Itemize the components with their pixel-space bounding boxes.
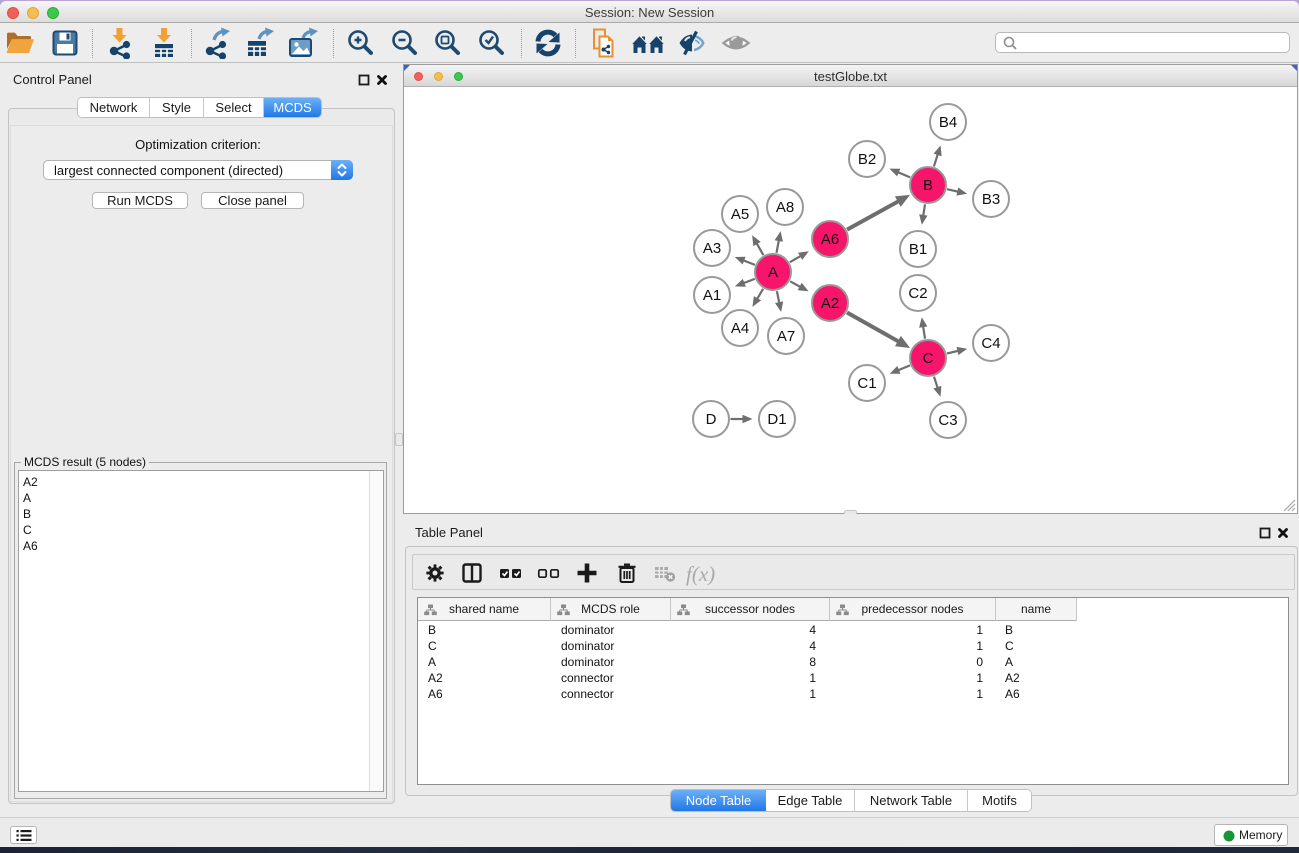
svg-text:C4: C4 bbox=[981, 335, 1000, 352]
svg-text:C1: C1 bbox=[857, 375, 876, 392]
svg-text:A4: A4 bbox=[731, 320, 749, 337]
svg-text:A7: A7 bbox=[777, 328, 795, 345]
svg-text:C: C bbox=[923, 350, 934, 367]
svg-text:B1: B1 bbox=[909, 241, 927, 258]
svg-text:C3: C3 bbox=[938, 412, 957, 429]
svg-text:A2: A2 bbox=[821, 295, 839, 312]
svg-text:A1: A1 bbox=[703, 287, 721, 304]
svg-text:B3: B3 bbox=[982, 191, 1000, 208]
svg-text:A8: A8 bbox=[776, 199, 794, 216]
svg-text:A5: A5 bbox=[731, 206, 749, 223]
svg-text:A6: A6 bbox=[821, 231, 839, 248]
svg-text:A3: A3 bbox=[703, 240, 721, 257]
svg-text:B: B bbox=[923, 177, 933, 194]
svg-text:A: A bbox=[768, 264, 778, 281]
svg-text:B2: B2 bbox=[858, 151, 876, 168]
svg-text:D: D bbox=[706, 411, 717, 428]
svg-text:B4: B4 bbox=[939, 114, 957, 131]
svg-text:D1: D1 bbox=[767, 411, 786, 428]
svg-text:C2: C2 bbox=[908, 285, 927, 302]
